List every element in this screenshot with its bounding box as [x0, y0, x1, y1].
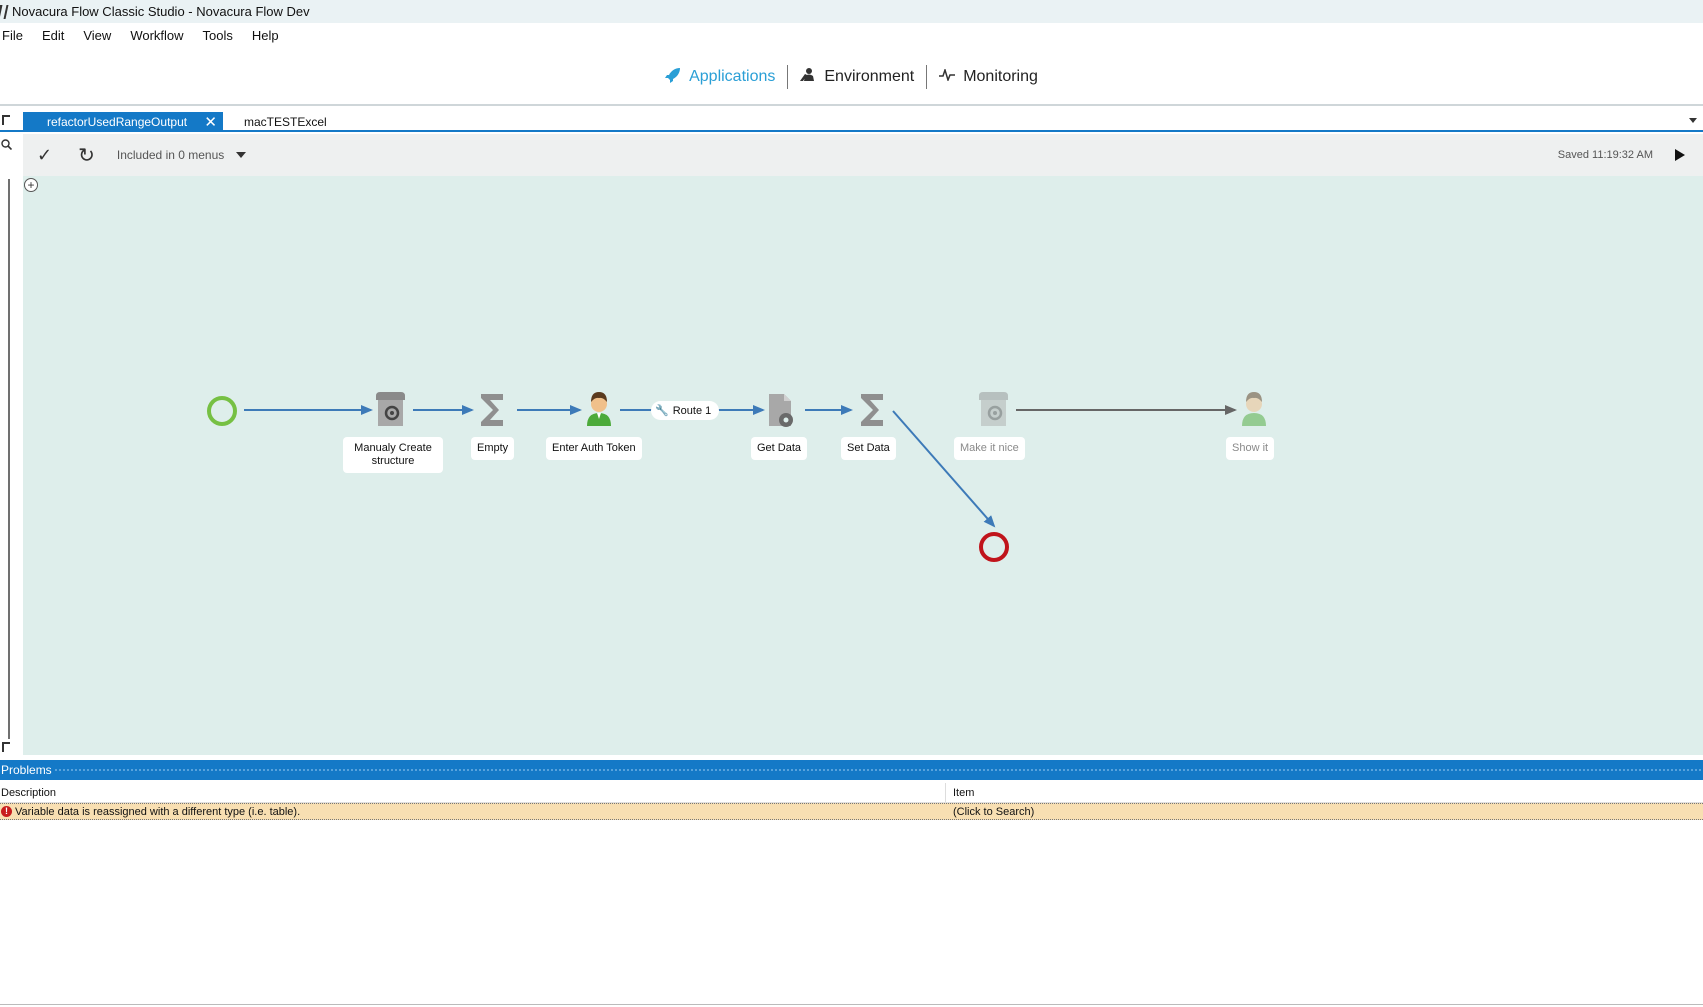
tab-label: refactorUsedRangeOutput — [47, 115, 188, 129]
problems-column-headers: Description Item — [0, 783, 1703, 803]
undo-icon[interactable]: ↻ — [78, 143, 95, 168]
nav-applications-label: Applications — [689, 68, 776, 85]
end-node[interactable] — [979, 532, 1009, 562]
title-bar: Novacura Flow Classic Studio - Novacura … — [0, 0, 1703, 23]
menu-workflow[interactable]: Workflow — [128, 28, 194, 43]
menus-dropdown-caret-icon[interactable] — [236, 152, 247, 158]
sum-node-icon[interactable] — [861, 394, 883, 426]
workflow-canvas[interactable]: + Manualy Create structure Empty Enter A… — [23, 176, 1703, 755]
pulse-icon — [939, 67, 956, 86]
document-tab-bar: refactorUsedRangeOutput ✕ macTESTExcel — [0, 110, 1703, 132]
nav-monitoring-label: Monitoring — [963, 68, 1038, 85]
sum-node-icon[interactable] — [481, 394, 503, 426]
node-label-set-data[interactable]: Set Data — [841, 437, 896, 460]
pin-icon[interactable] — [2, 742, 10, 752]
node-label-empty[interactable]: Empty — [471, 437, 515, 460]
close-icon[interactable]: ✕ — [204, 113, 217, 131]
collapsed-panel-handle[interactable] — [8, 179, 10, 739]
chevron-down-icon[interactable] — [1689, 118, 1697, 123]
node-label-show-it[interactable]: Show it — [1226, 437, 1275, 460]
check-icon[interactable]: ✓ — [37, 145, 52, 166]
start-node[interactable] — [207, 396, 237, 426]
nav-applications[interactable]: Applications — [653, 64, 787, 90]
node-label-get-data[interactable]: Get Data — [751, 437, 808, 460]
tab-mactestexcel[interactable]: macTESTExcel — [244, 112, 327, 132]
flow-arrow[interactable] — [892, 410, 996, 528]
problems-table: Description Item ! Variable data is reas… — [0, 783, 1703, 820]
pin-icon[interactable] — [2, 115, 10, 125]
column-header-description[interactable]: Description — [0, 783, 946, 802]
problems-panel-header[interactable]: Problems — [0, 760, 1703, 780]
user-node-icon[interactable] — [587, 392, 611, 426]
rocket-icon — [665, 67, 681, 88]
user-node-icon-disabled[interactable] — [1242, 392, 1266, 426]
route-label-text: Route 1 — [672, 404, 712, 417]
script-node-icon[interactable] — [376, 392, 405, 426]
search-icon[interactable] — [1, 139, 13, 153]
node-label-enter-auth-token[interactable]: Enter Auth Token — [546, 437, 642, 460]
main-nav: Applications Environment Monitoring — [0, 60, 1703, 94]
menus-included-label: Included in 0 menus — [116, 148, 225, 162]
problem-description: Variable data is reassigned with a diffe… — [15, 805, 301, 818]
window-bottom-border — [0, 1004, 1703, 1005]
play-icon[interactable] — [1675, 149, 1685, 161]
saved-status: Saved 11:19:32 AM — [1557, 149, 1653, 161]
problem-item[interactable]: (Click to Search) — [946, 806, 1034, 818]
menu-edit[interactable]: Edit — [40, 28, 75, 43]
menu-view[interactable]: View — [81, 28, 122, 43]
error-icon: ! — [1, 806, 12, 817]
nav-environment-label: Environment — [824, 68, 915, 85]
problems-title: Problems — [1, 763, 52, 777]
menu-bar: File Edit View Workflow Tools Help — [0, 25, 296, 45]
data-node-icon[interactable] — [769, 394, 793, 427]
script-node-icon-disabled[interactable] — [979, 392, 1008, 426]
workflow-diagram — [207, 392, 1266, 562]
column-header-item[interactable]: Item — [946, 787, 974, 799]
nav-environment[interactable]: Environment — [788, 64, 926, 90]
problem-description-cell: ! Variable data is reassigned with a dif… — [0, 806, 946, 818]
route-label[interactable]: 🔧 Route 1 — [651, 401, 720, 420]
wrench-icon: 🔧 — [655, 405, 669, 417]
menu-help[interactable]: Help — [250, 28, 290, 43]
environment-icon — [800, 67, 816, 87]
app-logo-icon — [0, 4, 9, 19]
header-divider — [0, 104, 1703, 106]
left-side-panel — [0, 134, 18, 760]
menu-file[interactable]: File — [0, 28, 34, 43]
node-label-make-it-nice[interactable]: Make it nice — [954, 437, 1025, 460]
window-title: Novacura Flow Classic Studio - Novacura … — [12, 4, 310, 19]
node-label-manualy-create-structure[interactable]: Manualy Create structure — [343, 437, 443, 473]
tab-label: macTESTExcel — [244, 115, 327, 129]
nav-monitoring[interactable]: Monitoring — [927, 64, 1050, 90]
tab-refactorusedrangeoutput[interactable]: refactorUsedRangeOutput ✕ — [23, 112, 223, 132]
table-row[interactable]: ! Variable data is reassigned with a dif… — [0, 803, 1703, 820]
menu-tools[interactable]: Tools — [201, 28, 244, 43]
workflow-toolbar: ✓ ↻ Included in 0 menus Saved 11:19:32 A… — [23, 134, 1703, 176]
